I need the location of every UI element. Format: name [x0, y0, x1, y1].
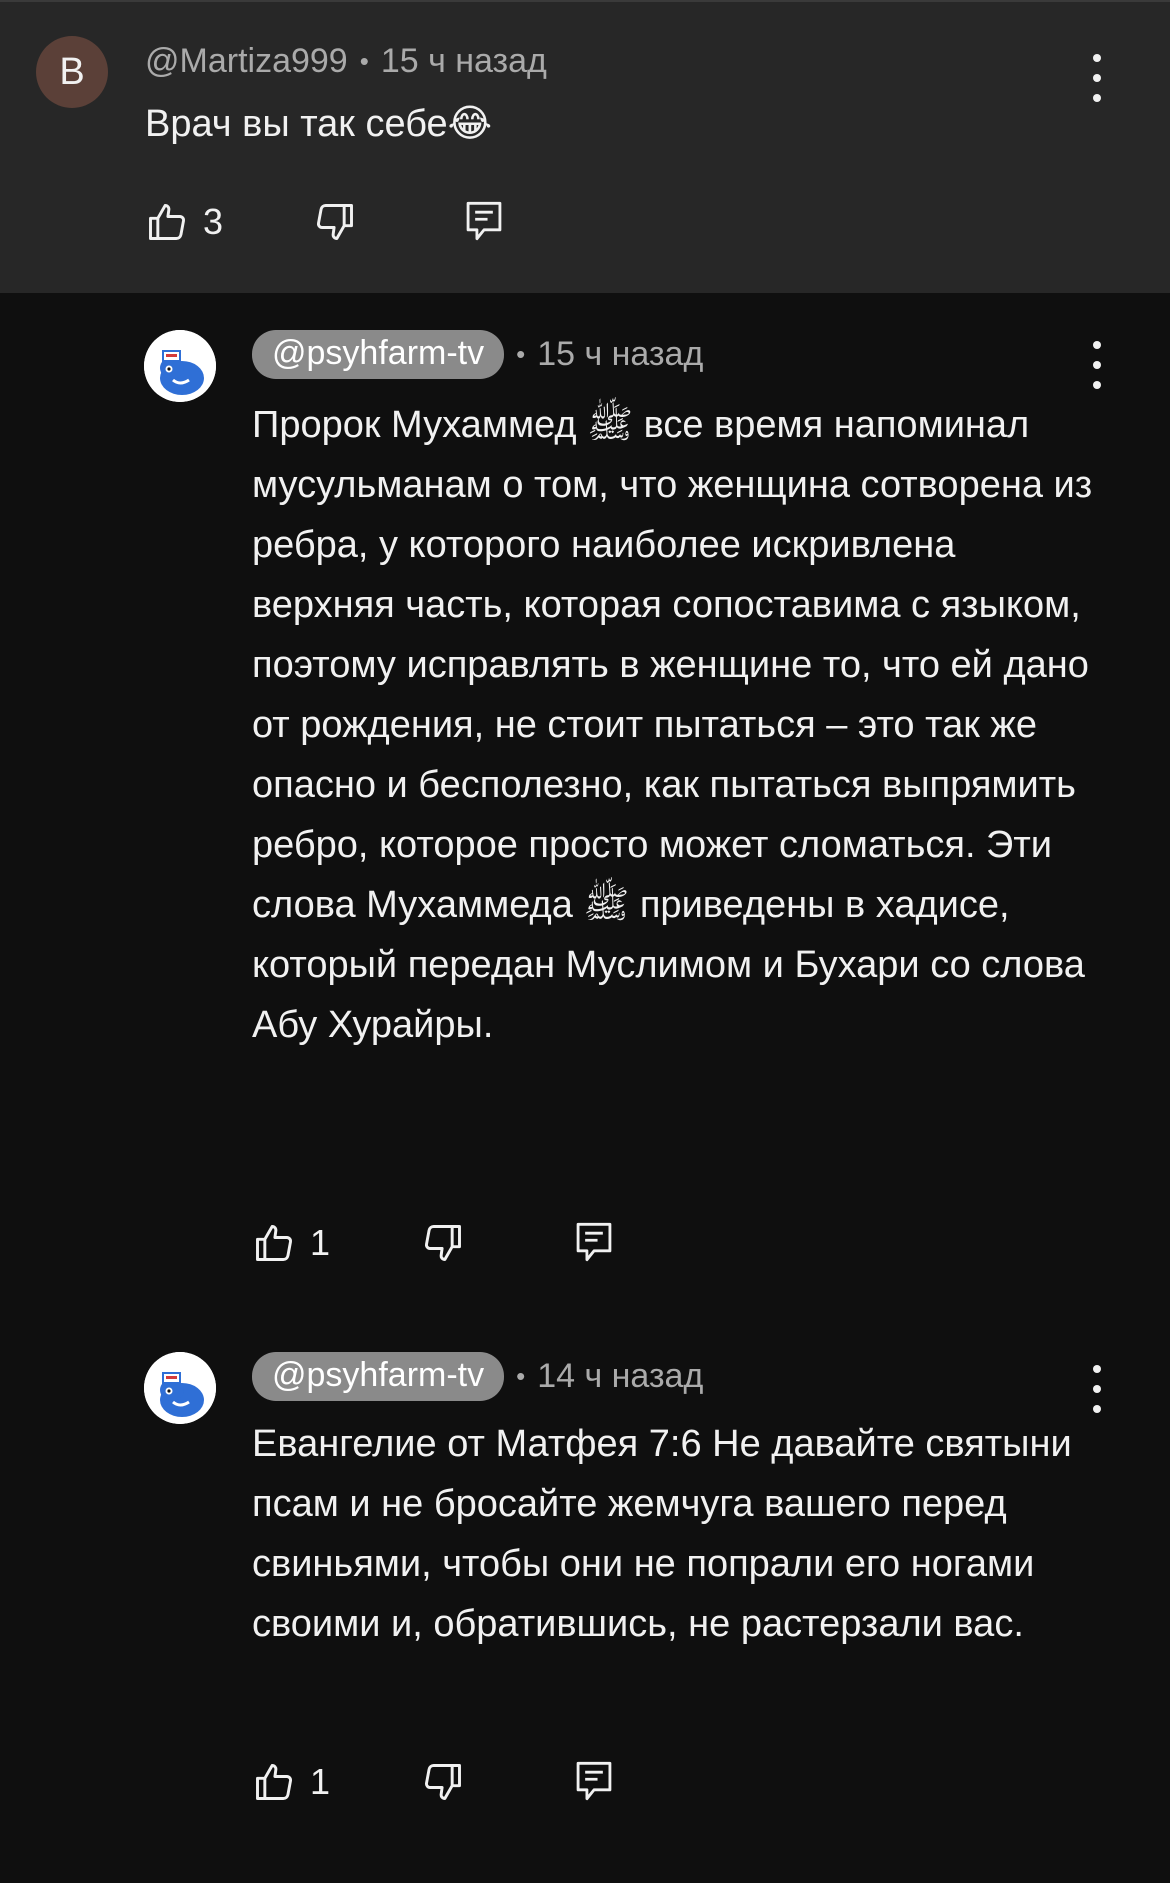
like-button[interactable]: 3 [145, 200, 223, 244]
like-count: 3 [203, 201, 224, 242]
doctor-mascot-avatar [144, 330, 216, 402]
highlighted-comment: B @Martiza999 • 15 ч назад Врач вы так с… [0, 0, 1170, 293]
thumbs-down-icon [425, 1225, 461, 1261]
avatar[interactable] [144, 1352, 216, 1424]
avatar[interactable] [144, 330, 216, 402]
author-handle[interactable]: @psyhfarm-tv [252, 1352, 505, 1401]
more-vert-icon[interactable] [1077, 54, 1117, 102]
reply-button[interactable] [462, 198, 506, 244]
comment-text: Пророк Мухаммед ﷺ все время напоминал му… [252, 404, 1093, 1046]
comment-time: 15 ч назад [537, 335, 704, 373]
dislike-button[interactable] [421, 1760, 465, 1804]
comment-time: 15 ч назад [380, 42, 547, 80]
like-button[interactable]: 1 [252, 1760, 330, 1804]
like-button[interactable]: 1 [252, 1221, 330, 1265]
like-count: 1 [310, 1761, 331, 1802]
doctor-mascot-avatar [144, 1352, 216, 1424]
divider [0, 0, 1170, 2]
thumbs-down-icon [317, 204, 353, 240]
like-count: 1 [310, 1222, 331, 1263]
comments-page: B @Martiza999 • 15 ч назад Врач вы так с… [0, 0, 1170, 1883]
meta-separator: • [516, 339, 526, 369]
reply-button[interactable] [572, 1219, 616, 1265]
thumbs-up-icon [256, 1225, 292, 1261]
comment-text: Евангелие от Матфея 7:6 Не давайте святы… [252, 1423, 1072, 1645]
thumbs-down-icon [425, 1764, 461, 1800]
comment-meta: @psyhfarm-tv • 15 ч назад [252, 330, 703, 379]
more-vert-icon[interactable] [1077, 1365, 1117, 1413]
reply-icon [576, 1222, 612, 1262]
dislike-button[interactable] [313, 200, 357, 244]
reply-button[interactable] [572, 1758, 616, 1804]
comment-time: 14 ч назад [537, 1357, 704, 1395]
avatar[interactable]: B [36, 36, 108, 108]
comment-text: Врач вы так себе😂 [145, 103, 493, 145]
comment-meta: @psyhfarm-tv • 14 ч назад [252, 1352, 703, 1401]
comment-meta: @Martiza999 • 15 ч назад [145, 42, 547, 81]
author-handle[interactable]: @psyhfarm-tv [252, 330, 505, 379]
reply-icon [576, 1761, 612, 1801]
meta-separator: • [359, 46, 369, 76]
meta-separator: • [516, 1361, 526, 1391]
more-vert-icon[interactable] [1077, 341, 1117, 389]
dislike-button[interactable] [421, 1221, 465, 1265]
thumbs-up-icon [256, 1764, 292, 1800]
thumbs-up-icon [149, 204, 185, 240]
reply-icon [466, 201, 502, 241]
author-handle[interactable]: @Martiza999 [145, 42, 348, 81]
